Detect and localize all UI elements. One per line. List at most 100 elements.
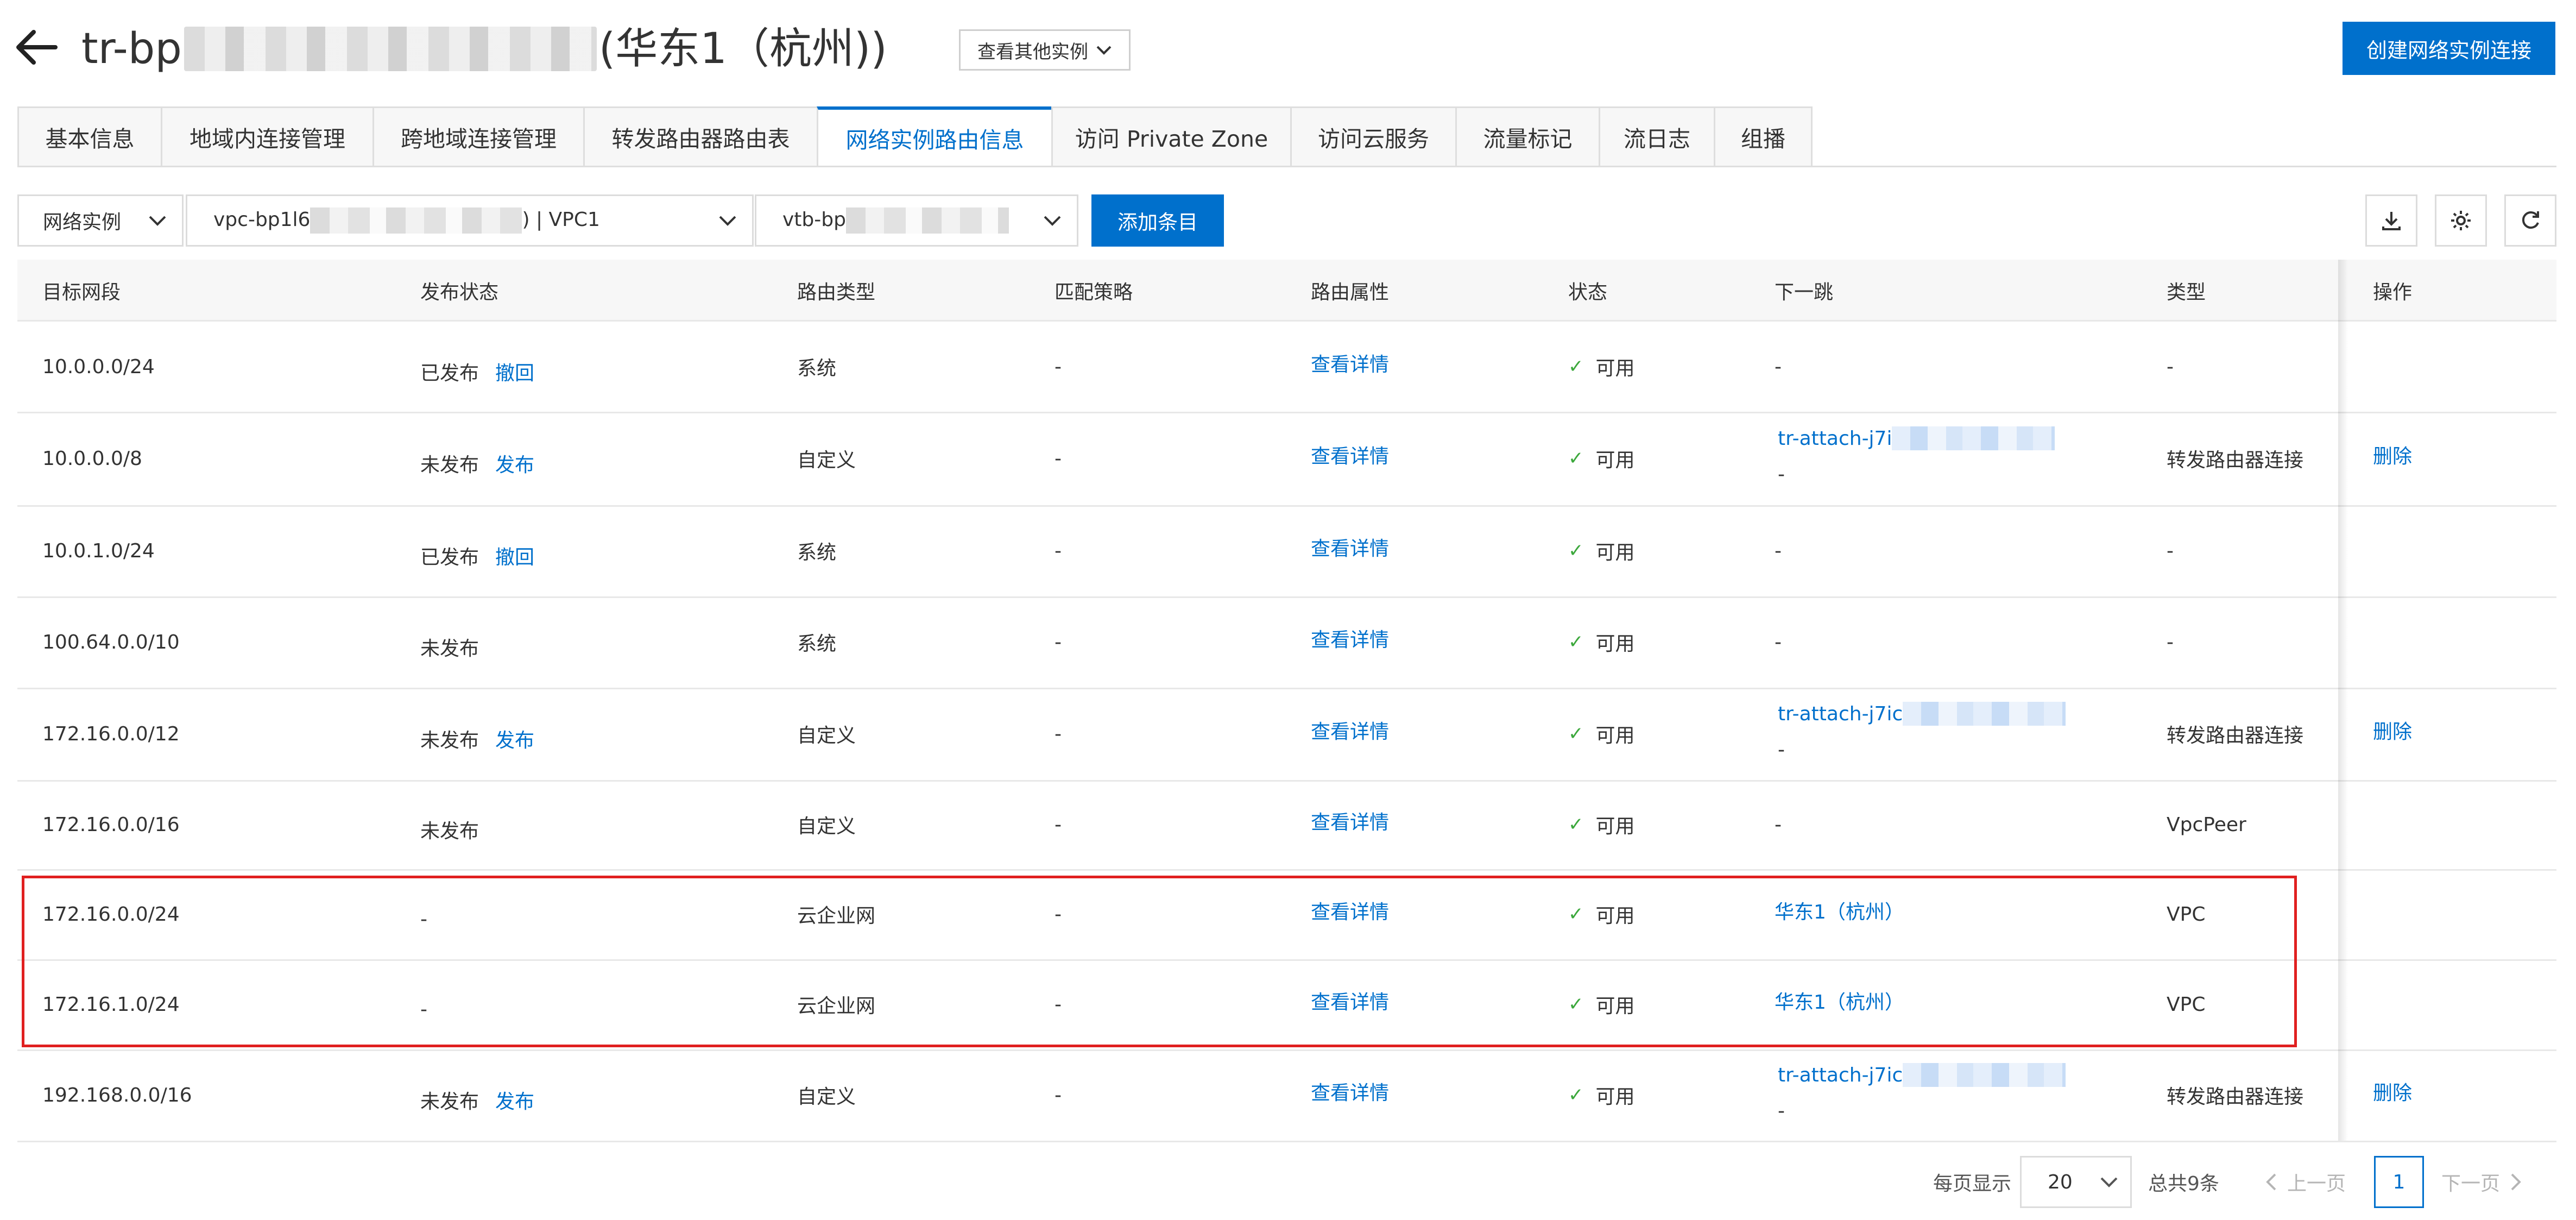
- next-hop-link[interactable]: tr-attach-j7ic: [1778, 1061, 2066, 1089]
- publish-status-text: 已发布: [420, 546, 479, 569]
- route-type-cell: 自定义: [797, 815, 856, 838]
- view-details-link[interactable]: 查看详情: [1311, 1078, 1389, 1105]
- add-entry-button[interactable]: 添加条目: [1091, 194, 1224, 247]
- instance-id-prefix: tr-bp: [81, 24, 182, 73]
- header-next-hop: 下一跳: [1775, 281, 1834, 304]
- view-details-link[interactable]: 查看详情: [1311, 625, 1389, 652]
- status-text: 可用: [1595, 633, 1635, 655]
- view-details-link[interactable]: 查看详情: [1311, 716, 1389, 744]
- vpc-select[interactable]: vpc-bp1l6) | VPC1: [186, 194, 754, 247]
- view-details-link[interactable]: 查看详情: [1311, 441, 1389, 468]
- status-cell: ✓ 可用: [1568, 1081, 1635, 1109]
- tab-private-zone[interactable]: 访问 Private Zone: [1051, 106, 1290, 167]
- refresh-button[interactable]: [2504, 194, 2556, 247]
- status-cell: ✓ 可用: [1568, 811, 1635, 838]
- view-other-instances-button[interactable]: 查看其他实例: [959, 29, 1131, 71]
- header-cidr: 目标网段: [42, 281, 121, 304]
- redacted-vpc-id: [310, 207, 522, 234]
- next-hop-cell: -: [1775, 355, 1782, 378]
- tab-multicast[interactable]: 组播: [1714, 106, 1813, 167]
- tab-flow-logs[interactable]: 流日志: [1599, 106, 1714, 167]
- next-hop-link[interactable]: tr-attach-j7i: [1778, 425, 2055, 452]
- instance-type-value: 网络实例: [43, 211, 122, 234]
- cidr-cell: 192.168.0.0/16: [42, 1084, 192, 1106]
- prev-page-button[interactable]: 上一页: [2265, 1156, 2346, 1208]
- tab-intra-region-connections[interactable]: 地域内连接管理: [161, 106, 372, 167]
- publish-status-cell: 未发布: [420, 816, 479, 843]
- cidr-cell: 10.0.0.0/24: [42, 355, 155, 378]
- page-1-button[interactable]: 1: [2374, 1156, 2424, 1208]
- match-policy-cell: -: [1055, 355, 1062, 378]
- delete-link[interactable]: 删除: [2373, 716, 2412, 744]
- publish-link[interactable]: 发布: [495, 449, 534, 477]
- publish-status-text: 未发布: [420, 820, 479, 842]
- prev-page-label: 上一页: [2287, 1173, 2346, 1195]
- status-cell: ✓ 可用: [1568, 628, 1635, 656]
- tab-cross-region-connections[interactable]: 跨地域连接管理: [372, 106, 583, 167]
- publish-status-cell: 未发布 发布: [420, 1086, 534, 1114]
- tab-instance-route-info[interactable]: 网络实例路由信息: [817, 106, 1051, 167]
- route-table-select[interactable]: vtb-bp: [755, 194, 1078, 247]
- create-connection-button[interactable]: 创建网络实例连接: [2343, 22, 2555, 75]
- match-policy-cell: -: [1055, 813, 1062, 836]
- route-type-cell: 系统: [797, 542, 837, 564]
- redacted-attachment-id: [1903, 702, 2066, 726]
- chevron-down-icon: [719, 216, 736, 226]
- status-text: 可用: [1595, 725, 1635, 747]
- instance-type-select[interactable]: 网络实例: [17, 194, 184, 247]
- chevron-down-icon: [2100, 1177, 2118, 1187]
- next-hop-id-prefix: tr-attach-j7ic: [1778, 1064, 1903, 1086]
- withdraw-link[interactable]: 撤回: [495, 542, 534, 570]
- cidr-cell: 10.0.1.0/24: [42, 539, 155, 562]
- status-cell: ✓ 可用: [1568, 720, 1635, 747]
- publish-link[interactable]: 发布: [495, 1086, 534, 1114]
- match-policy-cell: -: [1055, 722, 1062, 745]
- route-type-cell: 系统: [797, 357, 837, 380]
- vtb-id-prefix: vtb-bp: [782, 209, 846, 231]
- next-page-button[interactable]: 下一页: [2441, 1156, 2522, 1208]
- row-divider: [17, 412, 2556, 413]
- publish-status-text: 未发布: [420, 454, 479, 476]
- next-page-label: 下一页: [2441, 1173, 2501, 1195]
- status-text: 可用: [1595, 1086, 1635, 1108]
- actions-column-shadow: [2338, 260, 2348, 1141]
- publish-status-cell: 未发布 发布: [420, 450, 534, 477]
- publish-status-cell: 未发布: [420, 633, 479, 661]
- cidr-cell: 172.16.0.0/12: [42, 722, 180, 745]
- check-icon: ✓: [1568, 356, 1584, 378]
- per-page-value: 20: [2048, 1171, 2073, 1193]
- tab-traffic-marking[interactable]: 流量标记: [1455, 106, 1599, 167]
- next-hop-cell: -: [1775, 631, 1782, 653]
- row-divider: [17, 320, 2556, 322]
- back-arrow-icon[interactable]: [12, 23, 61, 72]
- publish-link[interactable]: 发布: [495, 725, 534, 753]
- redacted-instance-id: [184, 27, 597, 71]
- tab-cloud-services[interactable]: 访问云服务: [1290, 106, 1455, 167]
- chevron-down-icon: [1096, 46, 1112, 55]
- per-page-select[interactable]: 20: [2020, 1156, 2132, 1208]
- view-details-link[interactable]: 查看详情: [1311, 533, 1389, 561]
- view-details-link[interactable]: 查看详情: [1311, 349, 1389, 376]
- header-type: 类型: [2167, 281, 2206, 304]
- chevron-left-icon: [2266, 1173, 2276, 1191]
- route-type-cell: 自定义: [797, 1086, 856, 1108]
- header-route-type: 路由类型: [797, 281, 876, 304]
- redacted-vtb-id: [845, 207, 1009, 234]
- redacted-attachment-id: [1903, 1063, 2066, 1087]
- tab-router-route-tables[interactable]: 转发路由器路由表: [583, 106, 817, 167]
- check-icon: ✓: [1568, 1084, 1584, 1106]
- view-details-link[interactable]: 查看详情: [1311, 807, 1389, 834]
- header-route-attributes: 路由属性: [1311, 281, 1390, 304]
- next-hop-sub: -: [1778, 1099, 1785, 1122]
- next-hop-link[interactable]: tr-attach-j7ic: [1778, 700, 2066, 727]
- tab-basic-info[interactable]: 基本信息: [17, 106, 161, 167]
- delete-link[interactable]: 删除: [2373, 1078, 2412, 1105]
- status-text: 可用: [1595, 542, 1635, 564]
- settings-button[interactable]: [2435, 194, 2487, 247]
- download-button[interactable]: [2365, 194, 2417, 247]
- vpc-select-value: vpc-bp1l6) | VPC1: [213, 207, 718, 234]
- delete-link[interactable]: 删除: [2373, 441, 2412, 468]
- withdraw-link[interactable]: 撤回: [495, 357, 534, 386]
- type-cell: -: [2167, 355, 2174, 378]
- row-divider: [17, 780, 2556, 782]
